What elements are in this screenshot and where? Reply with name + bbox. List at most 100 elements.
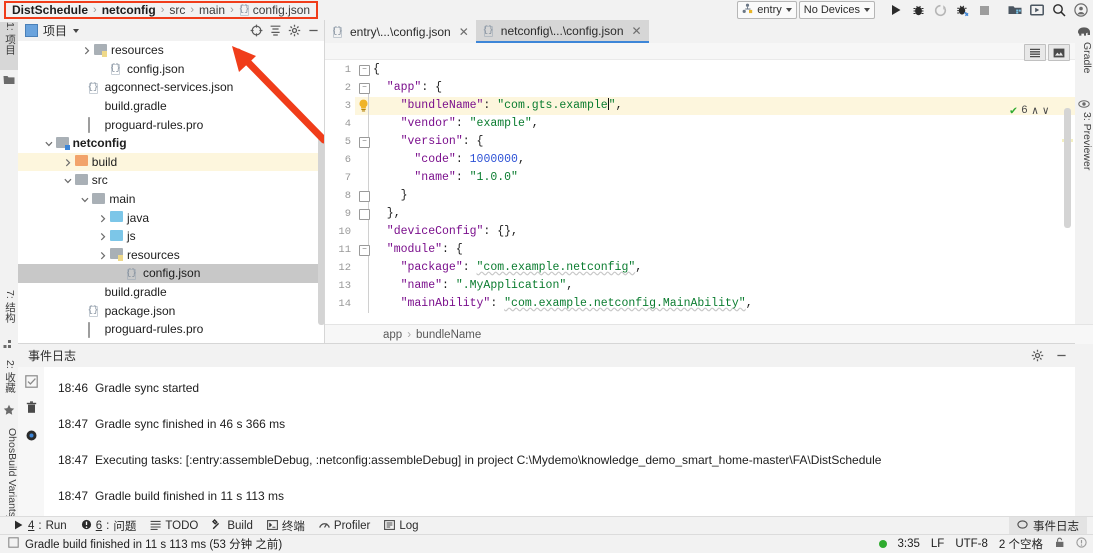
run-configuration-selector[interactable]: entry [737, 1, 797, 19]
search-icon[interactable] [1049, 1, 1069, 19]
lock-icon[interactable] [1054, 537, 1065, 551]
tree-node[interactable]: package.json [18, 301, 325, 320]
sidebar-item-favorites[interactable]: 2: 收藏 [0, 360, 18, 402]
locate-icon[interactable] [248, 23, 264, 38]
minimize-icon[interactable] [305, 23, 321, 38]
settings-icon[interactable] [25, 429, 38, 442]
editor-breadcrumb-item-app[interactable]: app [383, 329, 402, 341]
event-log-entry: 18:47 Gradle sync finished in 46 s 366 ms [58, 417, 285, 431]
editor-breadcrumb-item-bundlename[interactable]: bundleName [416, 329, 481, 341]
fold-open-icon[interactable]: − [359, 83, 370, 94]
tree-node[interactable]: java [18, 208, 325, 227]
tree-node[interactable]: proguard-rules.pro [18, 320, 325, 339]
collapse-all-icon[interactable] [267, 23, 283, 38]
chevron-right-icon[interactable] [98, 231, 108, 241]
editor-breadcrumb[interactable]: app › bundleName [325, 324, 1093, 344]
notification-icon[interactable] [1076, 537, 1087, 551]
code-area[interactable]: 1 2 3 4 5 6 7 8 9 10 11 12 13 14 − − − − { "app": { "bun… [325, 61, 1075, 325]
stop-button[interactable] [974, 1, 994, 19]
tree-node[interactable]: proguard-rules.pro [18, 115, 325, 134]
tree-node[interactable]: main [18, 190, 325, 209]
tree-node[interactable]: agconnect-services.json [18, 78, 325, 97]
bottom-tab-build[interactable]: Build [212, 519, 253, 533]
fold-open-icon[interactable]: − [359, 65, 370, 76]
attach-debugger-button[interactable] [930, 1, 950, 19]
fold-close-icon[interactable] [359, 191, 370, 202]
minimize-icon[interactable] [1053, 348, 1069, 363]
device-selector[interactable]: No Devices [798, 1, 875, 19]
sidebar-item-structure[interactable]: 7: 结构 [0, 290, 18, 336]
indent-setting[interactable]: 2 个空格 [999, 536, 1043, 552]
close-icon[interactable]: ✕ [459, 25, 469, 39]
project-tree[interactable]: resources config.json agconnect-services.j… [18, 41, 325, 344]
fold-open-icon[interactable]: − [359, 245, 370, 256]
chevron-down-icon[interactable] [44, 138, 54, 148]
chevron-down-icon[interactable] [80, 194, 90, 204]
tree-node[interactable]: build [18, 152, 325, 172]
profile-button[interactable] [952, 1, 972, 19]
tree-node[interactable]: resources [18, 41, 325, 60]
text-view-icon[interactable] [1024, 44, 1046, 61]
bottom-tab-log[interactable]: Log [384, 519, 419, 533]
bottom-tab-number: 6 [95, 520, 103, 532]
run-button[interactable] [886, 1, 906, 19]
event-log-toggle-button[interactable]: 事件日志 [1009, 517, 1087, 535]
delete-icon[interactable] [25, 401, 38, 414]
tool-window-gradle[interactable]: Gradle [1075, 42, 1093, 92]
vertical-divider[interactable] [324, 20, 325, 344]
image-view-icon[interactable] [1048, 44, 1070, 61]
breadcrumb-item-module[interactable]: netconfig [102, 3, 156, 17]
chevron-down-icon[interactable] [63, 175, 73, 185]
tree-node[interactable]: config.json [18, 264, 325, 283]
device-manager-button[interactable] [1005, 1, 1025, 19]
chevron-right-icon[interactable] [82, 45, 92, 55]
mark-read-icon[interactable] [25, 375, 38, 388]
horizontal-divider[interactable] [18, 343, 1075, 344]
tree-node[interactable]: build.gradle [18, 97, 325, 116]
next-highlight-icon[interactable]: ∨ [1042, 104, 1049, 118]
previous-highlight-icon[interactable]: ∧ [1032, 104, 1039, 118]
status-message-group[interactable]: Gradle build finished in 11 s 113 ms (53… [8, 536, 282, 552]
tree-node[interactable]: netconfig [18, 134, 325, 153]
bottom-tab-终端[interactable]: 终端 [266, 518, 305, 534]
fold-open-icon[interactable]: − [359, 137, 370, 148]
line-separator[interactable]: LF [931, 538, 944, 550]
json-file-icon [239, 4, 250, 16]
breadcrumb[interactable]: DistSchedule › netconfig › src › main › … [4, 1, 319, 19]
bottom-tab-run[interactable]: 4: Run [14, 520, 67, 533]
chevron-right-icon[interactable] [98, 213, 108, 223]
file-encoding[interactable]: UTF-8 [955, 538, 988, 550]
breadcrumb-item-file[interactable]: config.json [253, 3, 310, 17]
chevron-right-icon[interactable] [63, 157, 73, 167]
chevron-down-icon[interactable] [73, 28, 80, 33]
tab-netconfig-config[interactable]: netconfig\...\config.json ✕ [475, 20, 649, 43]
tree-node[interactable]: build.gradle [18, 283, 325, 302]
bottom-tab-colon: : [106, 520, 110, 532]
fold-close-icon[interactable] [359, 209, 370, 220]
avd-manager-button[interactable] [1027, 1, 1047, 19]
sidebar-item-project[interactable]: 1: 项目 [0, 22, 18, 70]
close-icon[interactable]: ✕ [632, 24, 642, 38]
bottom-tab-todo[interactable]: TODO [150, 520, 198, 533]
caret-position[interactable]: 3:35 [898, 538, 920, 550]
settings-icon[interactable] [286, 23, 302, 38]
debug-button[interactable] [908, 1, 928, 19]
tree-node[interactable]: src [18, 171, 325, 190]
chevron-right-icon[interactable] [98, 250, 108, 260]
account-icon[interactable] [1071, 1, 1091, 19]
tree-node[interactable]: resources [18, 246, 325, 265]
intention-bulb-icon[interactable] [358, 99, 369, 112]
editor-scrollbar[interactable] [1064, 108, 1071, 228]
tree-node[interactable]: js [18, 227, 325, 246]
settings-icon[interactable] [1029, 348, 1045, 363]
bottom-tab-问题[interactable]: 6: 问题 [81, 518, 136, 534]
tool-window-previewer[interactable]: 3: Previewer [1075, 112, 1093, 192]
tab-entry-config[interactable]: entry\...\config.json ✕ [325, 20, 476, 43]
breadcrumb-item-project[interactable]: DistSchedule [12, 3, 88, 17]
bottom-tab-profiler[interactable]: Profiler [319, 520, 370, 533]
breadcrumb-item-main[interactable]: main [199, 3, 225, 17]
tree-node[interactable]: config.json [18, 60, 325, 79]
inspection-widget[interactable]: ✔ 6 ∧ ∨ [1010, 103, 1049, 118]
breadcrumb-item-src[interactable]: src [169, 3, 185, 17]
